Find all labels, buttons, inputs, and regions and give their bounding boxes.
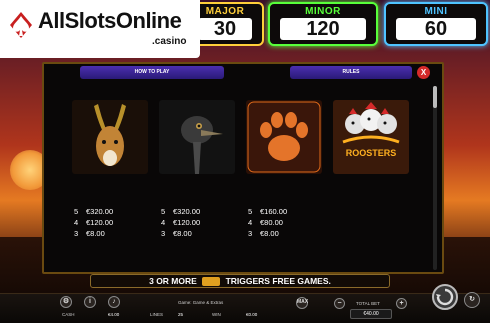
symbol-raging-roosters: ROOSTERS — [333, 100, 409, 278]
symbol-antelope: 5 €320.00 4 €120.00 3 €8.00 — [72, 100, 148, 278]
pay-count: 4 — [161, 218, 166, 227]
paw-paylist: 5 €160.00 4 €80.00 3 €8.00 — [246, 206, 322, 239]
free-games-banner: 3 OR MORE TRIGGERS FREE GAMES. — [90, 274, 390, 288]
win-label: WIN — [212, 312, 221, 317]
pay-amount: €8.00 — [86, 229, 105, 238]
paytable-scrollbar[interactable] — [433, 86, 437, 270]
jackpot-major-value: 30 — [198, 18, 252, 40]
pay-count: 5 — [161, 207, 166, 216]
symbol-ostrich: 5 €320.00 4 €120.00 3 €8.00 — [159, 100, 235, 278]
jackpot-minor-value: 120 — [280, 18, 366, 40]
win-value: €0.00 — [246, 312, 258, 317]
sound-icon[interactable]: ♪ — [108, 296, 120, 308]
pay-amount: €320.00 — [173, 207, 201, 216]
free-games-pre-text: 3 OR MORE — [149, 276, 197, 286]
pay-count: 4 — [248, 218, 253, 227]
pay-row: 4 €120.00 — [72, 217, 148, 228]
bet-increase-button[interactable]: + — [396, 298, 407, 309]
autoplay-button[interactable]: ↻ — [464, 292, 480, 308]
paw-print-icon — [246, 100, 322, 174]
roosters-logo-icon: ROOSTERS — [333, 100, 409, 174]
jackpot-mini-value: 60 — [396, 18, 476, 40]
antelope-icon — [72, 100, 148, 174]
settings-gear-icon[interactable]: ⚙ — [60, 296, 72, 308]
pay-amount: €320.00 — [86, 207, 114, 216]
spade-icon — [10, 12, 32, 38]
roosters-title-text: ROOSTERS — [346, 148, 397, 158]
pay-amount: €120.00 — [173, 218, 201, 227]
scatter-emblem-icon — [202, 277, 221, 287]
pay-amount: €8.00 — [260, 229, 279, 238]
total-bet-label: TOTAL BET — [356, 301, 380, 306]
allslotsonline-logo: AllSlotsOnline .casino — [0, 0, 200, 58]
spin-arrows-icon — [436, 288, 454, 306]
pay-row: 5 €160.00 — [246, 206, 322, 217]
pay-row: 4 €80.00 — [246, 217, 322, 228]
pay-count: 5 — [74, 207, 79, 216]
ostrich-icon — [159, 100, 235, 174]
pay-row: 3 €8.00 — [159, 228, 235, 239]
logo-brand-text: AllSlotsOnline — [38, 8, 182, 33]
jackpot-mini: MINI 60 — [384, 2, 488, 46]
paytable-panel: HOW TO PLAY RULES X 5 €320.00 4 €120.00 — [42, 62, 444, 274]
scrollbar-thumb[interactable] — [433, 86, 437, 108]
antelope-paylist: 5 €320.00 4 €120.00 3 €8.00 — [72, 206, 148, 239]
ostrich-paylist: 5 €320.00 4 €120.00 3 €8.00 — [159, 206, 235, 239]
free-games-post-text: TRIGGERS FREE GAMES. — [225, 276, 331, 286]
cash-value: €4.00 — [108, 312, 120, 317]
pay-amount: €120.00 — [86, 218, 114, 227]
pay-amount: €80.00 — [260, 218, 283, 227]
total-bet-value: €40.00 — [350, 309, 392, 319]
pay-count: 4 — [74, 218, 79, 227]
spin-button[interactable] — [432, 284, 458, 310]
tab-how-to-play[interactable]: HOW TO PLAY — [80, 66, 224, 79]
lines-label: LINES — [150, 312, 164, 317]
pay-count: 3 — [74, 229, 79, 238]
cash-label: CASH — [62, 312, 75, 317]
jackpot-minor-label: MINOR — [305, 6, 341, 17]
pay-row: 3 €8.00 — [246, 228, 322, 239]
jackpot-minor: MINOR 120 — [268, 2, 378, 46]
pay-row: 5 €320.00 — [72, 206, 148, 217]
pay-row: 3 €8.00 — [72, 228, 148, 239]
pay-row: 5 €320.00 — [159, 206, 235, 217]
game-title: Game: Game & Extras — [178, 300, 224, 305]
close-button[interactable]: X — [417, 66, 430, 79]
max-bet-button[interactable]: MAX — [296, 297, 308, 309]
pay-count: 5 — [248, 207, 253, 216]
jackpot-mini-label: MINI — [424, 6, 448, 17]
bottom-control-bar — [0, 293, 490, 323]
pay-row: 4 €120.00 — [159, 217, 235, 228]
paytable-tabbar: HOW TO PLAY RULES X — [44, 64, 442, 82]
logo-sub-text: .casino — [152, 36, 187, 47]
symbol-paw: 5 €160.00 4 €80.00 3 €8.00 — [246, 100, 322, 278]
bet-decrease-button[interactable]: − — [334, 298, 345, 309]
pay-amount: €160.00 — [260, 207, 288, 216]
tab-rules[interactable]: RULES — [290, 66, 412, 79]
lines-value: 25 — [178, 312, 184, 317]
pay-count: 3 — [161, 229, 166, 238]
pay-count: 3 — [248, 229, 253, 238]
info-icon[interactable]: i — [84, 296, 96, 308]
pay-amount: €8.00 — [173, 229, 192, 238]
